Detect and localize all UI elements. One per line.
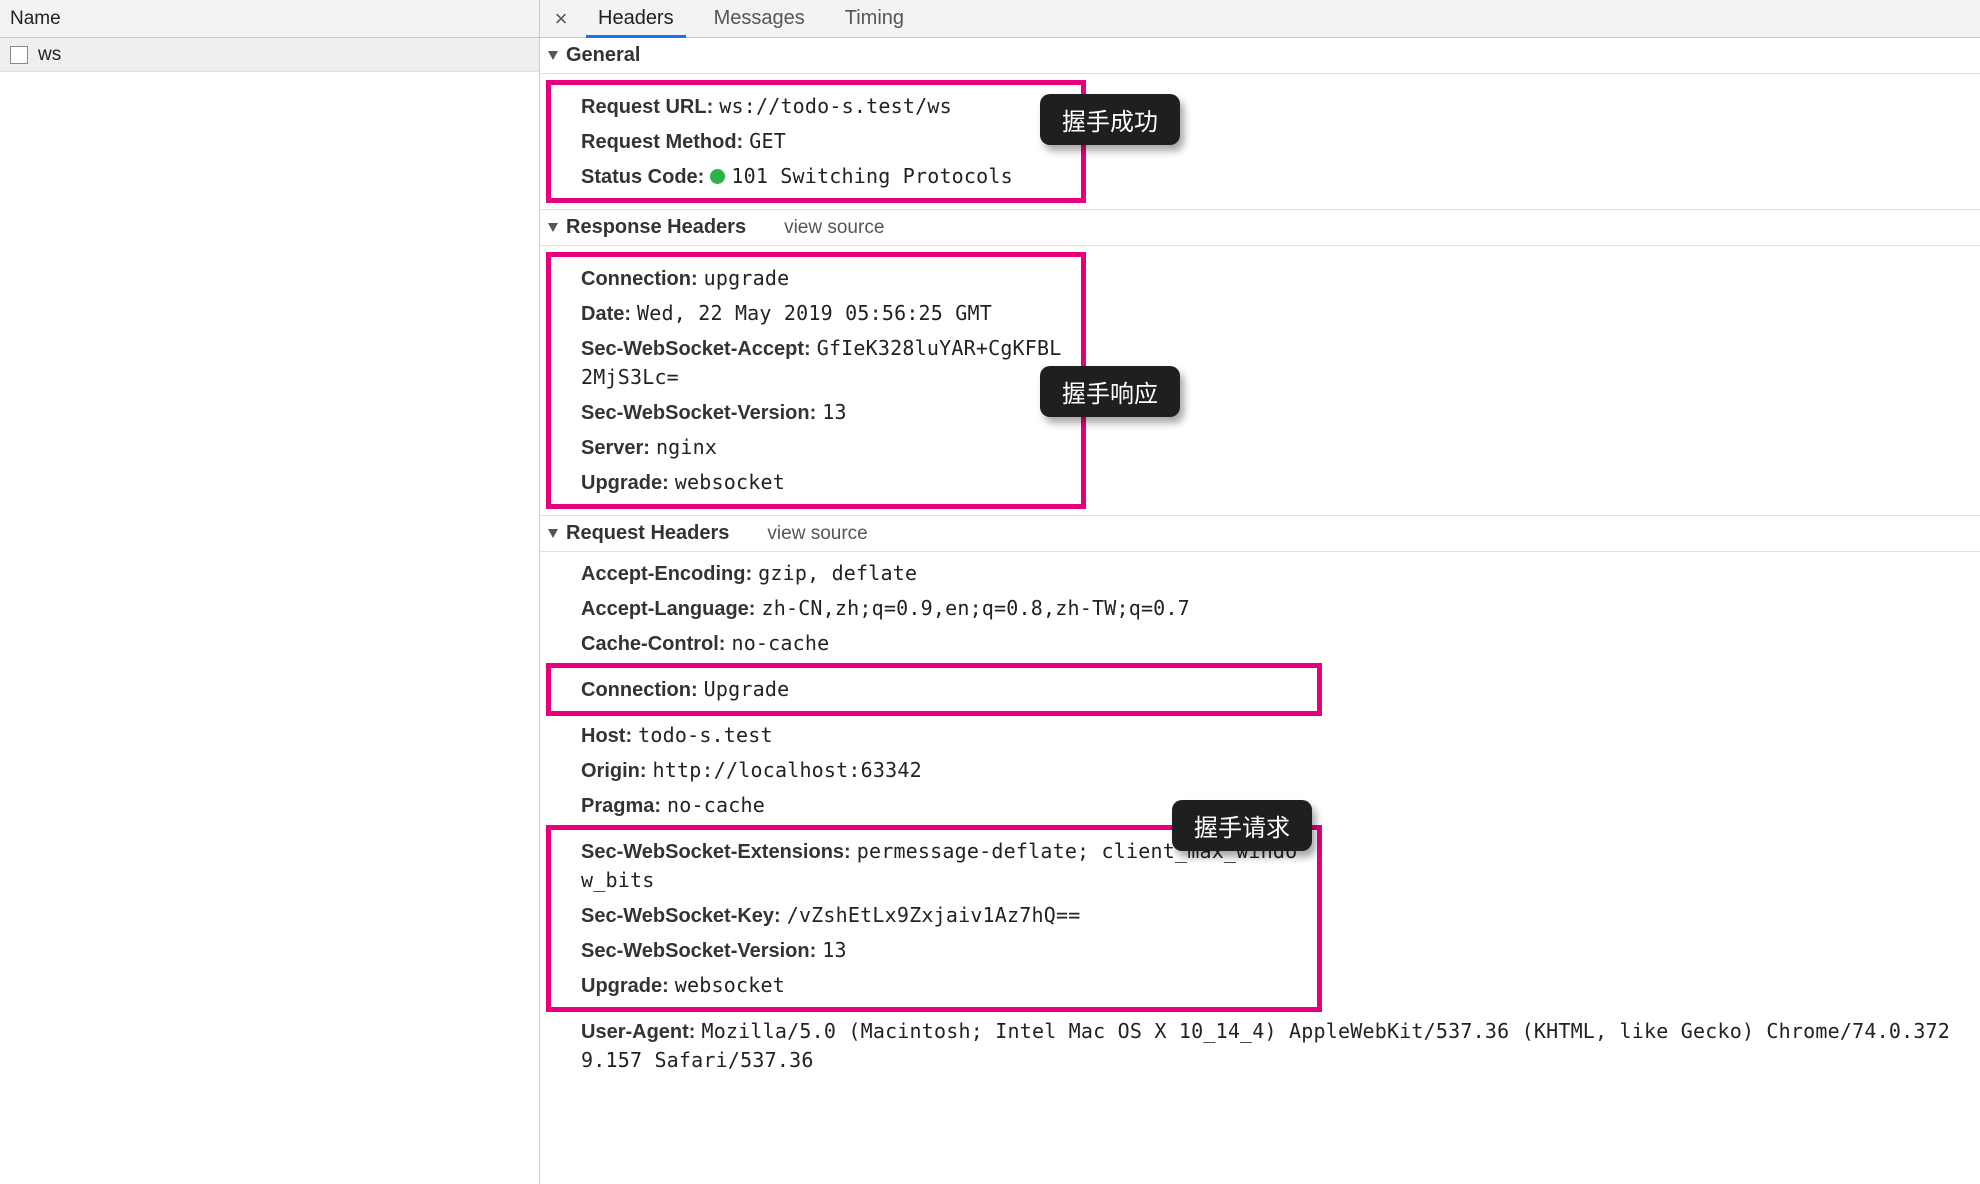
section-response-header[interactable]: Response Headers view source (540, 210, 1980, 246)
highlight-request-connection: Connection: Upgrade (546, 663, 1322, 716)
request-row-ws[interactable]: ws (0, 38, 539, 72)
header-value: zh-CN,zh;q=0.9,en;q=0.8,zh-TW;q=0.7 (761, 596, 1189, 620)
header-key: Connection: (581, 268, 698, 290)
header-value: upgrade (704, 266, 790, 290)
header-key: Date: (581, 303, 631, 325)
header-key: User-Agent: (581, 1021, 695, 1043)
header-key: Sec-WebSocket-Version: (581, 402, 816, 424)
header-key: Sec-WebSocket-Version: (581, 940, 816, 962)
header-key: Upgrade: (581, 472, 669, 494)
header-row: User-Agent:Mozilla/5.0 (Macintosh; Intel… (540, 1014, 1980, 1078)
header-key: Status Code: (581, 166, 704, 188)
header-row: Request Method: GET (551, 124, 1081, 159)
details-tabs: × Headers Messages Timing (540, 0, 1980, 38)
network-request-list: Name ws (0, 0, 540, 1184)
header-row: Cache-Control: no-cache (540, 626, 1980, 661)
section-request-body: Accept-Encoding:gzip, deflateAccept-Lang… (540, 552, 1980, 1082)
section-general-title: General (566, 44, 640, 67)
header-key: Sec-WebSocket-Key: (581, 905, 781, 927)
tab-headers[interactable]: Headers (578, 0, 694, 37)
header-row: Sec-WebSocket-Key: /vZshEtLx9Zxjaiv1Az7hQ… (551, 898, 1317, 933)
highlight-response: Connection: upgrade Date: Wed, 22 May 2019 … (546, 252, 1086, 509)
header-value: Wed, 22 May 2019 05:56:25 GMT (637, 301, 992, 325)
section-response-body: Connection: upgrade Date: Wed, 22 May 2019 … (540, 246, 1980, 515)
header-key: Host: (581, 725, 632, 747)
header-key: Accept-Language: (581, 598, 755, 620)
header-row: Upgrade: websocket (551, 465, 1081, 500)
close-icon[interactable]: × (544, 0, 578, 37)
header-value: ws://todo-s.test/ws (719, 94, 952, 118)
header-row: Connection: upgrade (551, 261, 1081, 296)
header-key: Request Method: (581, 131, 743, 153)
chevron-down-icon (548, 529, 558, 538)
header-value: /vZshEtLx9Zxjaiv1Az7hQ== (787, 903, 1081, 927)
file-icon (10, 46, 28, 64)
tab-messages[interactable]: Messages (694, 0, 825, 37)
header-row: Connection: Upgrade (551, 672, 1317, 707)
header-value: no-cache (731, 631, 829, 655)
view-source-link[interactable]: view source (784, 217, 884, 239)
header-value: GET (749, 129, 786, 153)
header-row: Origin: http://localhost:63342 (540, 753, 1980, 788)
view-source-link[interactable]: view source (767, 523, 867, 545)
section-general-header[interactable]: General (540, 38, 1980, 74)
annotation-handshake-success: 握手成功 (1040, 94, 1180, 145)
header-row: Status Code: 101 Switching Protocols (551, 159, 1081, 194)
header-value: 101 Switching Protocols (731, 164, 1013, 188)
header-key: Upgrade: (581, 975, 669, 997)
header-row: Request URL: ws://todo-s.test/ws (551, 89, 1081, 124)
header-key: Cache-Control: (581, 633, 725, 655)
header-row: Date: Wed, 22 May 2019 05:56:25 GMT (551, 296, 1081, 331)
section-request-title: Request Headers (566, 522, 729, 545)
header-value: http://localhost:63342 (653, 758, 922, 782)
tab-timing[interactable]: Timing (825, 0, 924, 37)
section-response-title: Response Headers (566, 216, 746, 239)
highlight-general: Request URL: ws://todo-s.test/ws Request M… (546, 80, 1086, 203)
header-key: Sec-WebSocket-Extensions: (581, 841, 851, 863)
header-value: websocket (675, 470, 785, 494)
header-row: Accept-Language: zh-CN,zh;q=0.9,en;q=0.8,… (540, 591, 1980, 626)
chevron-down-icon (548, 51, 558, 60)
header-value: 13 (822, 938, 846, 962)
header-row: Sec-WebSocket-Version: 13 (551, 395, 1081, 430)
header-row: Sec-WebSocket-Accept:GfIeK328luYAR+CgKFB… (551, 331, 1081, 395)
status-dot-icon (710, 169, 725, 184)
header-value: nginx (656, 435, 717, 459)
header-value: no-cache (667, 793, 765, 817)
header-row: Upgrade: websocket (551, 968, 1317, 1003)
header-value: Mozilla/5.0 (Macintosh; Intel Mac OS X 1… (581, 1019, 1950, 1072)
header-key: Connection: (581, 679, 698, 701)
header-key: Server: (581, 437, 650, 459)
header-key: Origin: (581, 760, 647, 782)
section-general-body: Request URL: ws://todo-s.test/ws Request M… (540, 74, 1980, 209)
header-value: Upgrade (704, 677, 790, 701)
section-request-header[interactable]: Request Headers view source (540, 516, 1980, 552)
header-row: Accept-Encoding: gzip, deflate (540, 556, 1980, 591)
annotation-handshake-response: 握手响应 (1040, 366, 1180, 417)
header-key: Request URL: (581, 96, 713, 118)
header-key: Accept-Encoding: (581, 563, 752, 585)
header-value: gzip, deflate (758, 561, 917, 585)
list-column-header: Name (0, 0, 539, 38)
header-value: todo-s.test (638, 723, 773, 747)
header-value: websocket (675, 973, 785, 997)
chevron-down-icon (548, 223, 558, 232)
header-row: Sec-WebSocket-Version: 13 (551, 933, 1317, 968)
highlight-request-websocket: Sec-WebSocket-Extensions:permessage-defl… (546, 825, 1322, 1012)
headers-content: General Request URL:ws://todo-s.test/wsR… (540, 38, 1980, 1184)
annotation-handshake-request: 握手请求 (1172, 800, 1312, 851)
header-row: Host: todo-s.test (540, 718, 1980, 753)
header-key: Sec-WebSocket-Accept: (581, 338, 811, 360)
header-key: Pragma: (581, 795, 661, 817)
header-row: Server: nginx (551, 430, 1081, 465)
header-value: 13 (822, 400, 846, 424)
details-pane: × Headers Messages Timing General Reques… (540, 0, 1980, 1184)
request-name: ws (38, 44, 61, 66)
